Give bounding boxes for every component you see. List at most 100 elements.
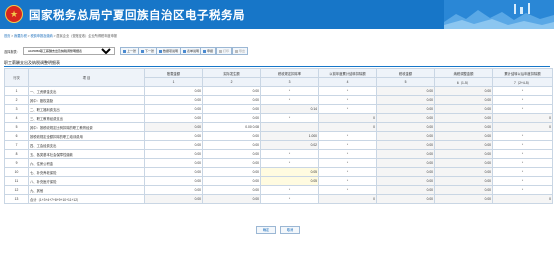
cell-c6: 0.00: [434, 194, 493, 204]
header-col: 纳税调整金额: [434, 68, 493, 78]
cell-c1: 0.00: [144, 194, 203, 204]
cell-c3: 0.02: [260, 140, 319, 150]
cell-c1[interactable]: 0.00: [144, 113, 203, 123]
cell-c2[interactable]: 0.00 0.08: [202, 122, 261, 132]
cell-c2[interactable]: 0.00: [202, 131, 261, 141]
confirm-button[interactable]: 确定: [256, 226, 276, 234]
cell-c1[interactable]: 0.00: [144, 104, 203, 114]
scenery-graphic: [444, 0, 554, 29]
cell-c6: 0.00: [434, 140, 493, 150]
cell-c2[interactable]: 0.00: [202, 158, 261, 168]
breadcrumb-declaration[interactable]: 税费申报及缴纳: [30, 34, 52, 38]
cell-c6: 0.00: [434, 95, 493, 105]
cell-c3[interactable]: 0.05: [260, 176, 319, 186]
cell-c4: *: [318, 167, 377, 177]
next-sheet-button[interactable]: 下一张: [138, 47, 158, 55]
cell-c2[interactable]: 0.00: [202, 185, 261, 195]
header-col-num: 1: [144, 77, 203, 87]
cell-c5: 0.00: [376, 104, 435, 114]
row-number: 11: [4, 176, 29, 186]
cell-c6: 0.00: [434, 167, 493, 177]
cell-c1[interactable]: 0.00: [144, 95, 203, 105]
table-body: 1 一、工资薪金支出 0.00 0.00 * * 0.00 0.00 * 2 其中：股权激励 0.00…: [4, 86, 553, 204]
form-help-button[interactable]: 表单说明: [180, 47, 203, 55]
cell-c1[interactable]: 0.00: [144, 131, 203, 141]
row-number: 13: [4, 194, 29, 204]
cell-c1[interactable]: 0.00: [144, 185, 203, 195]
breadcrumb-home[interactable]: 首页: [4, 34, 10, 38]
header-col-num: 4: [318, 77, 377, 87]
cell-c1[interactable]: 0.00: [144, 167, 203, 177]
cell-c2[interactable]: 0.00: [202, 167, 261, 177]
table-row: 6 按税收规定全额扣除的职工培训费用 0.00 0.00 1.000 * 0.00 0.00 *: [4, 131, 553, 141]
table-row: 11 八、补充医疗保险 0.00 0.00 0.05 * 0.00 0.00 *: [4, 176, 553, 186]
header-row-no: 行次: [4, 68, 29, 87]
cell-c5: 0.00: [376, 131, 435, 141]
cell-c4: *: [318, 149, 377, 159]
cell-c2[interactable]: 0.00: [202, 149, 261, 159]
cell-c4: 0: [318, 113, 377, 123]
cancel-button[interactable]: 取消: [280, 226, 300, 234]
table-row: 10 七、补充养老保险 0.00 0.00 0.05 * 0.00 0.00 *: [4, 167, 553, 177]
cell-c4: *: [318, 140, 377, 150]
cell-c5: 0.00: [376, 140, 435, 150]
cell-c1[interactable]: 0.00: [144, 158, 203, 168]
cell-c6: 0.00: [434, 104, 493, 114]
row-number: 12: [4, 185, 29, 195]
header-col: 账载金额: [144, 68, 203, 78]
cell-c1[interactable]: 0.00: [144, 86, 203, 96]
table-row: 4 三、职工教育经费支出 0.00 0.00 * 0 0.00 0.00 0: [4, 113, 553, 123]
info-icon: [159, 49, 162, 53]
cell-c3[interactable]: 0.05: [260, 167, 319, 177]
export-button[interactable]: 导出: [232, 47, 249, 55]
table-row: 1 一、工资薪金支出 0.00 0.00 * * 0.00 0.00 *: [4, 86, 553, 96]
cell-c7: *: [492, 86, 553, 96]
table-select[interactable]: A105050职工薪酬支出及纳税调整明细表: [23, 47, 115, 55]
arrow-right-icon: [141, 49, 144, 53]
cell-c4: *: [318, 158, 377, 168]
cell-c1[interactable]: 0.00: [144, 140, 203, 150]
header-col-num: 2: [202, 77, 261, 87]
breadcrumb-tax-filing[interactable]: 我要办税: [14, 34, 27, 38]
table-row: 5 其中：按税收规定比例扣除的职工教育经费 0.00 0.00 0.08 0 0.00 0.…: [4, 122, 553, 132]
table-select-label: 选择报表:: [4, 50, 18, 54]
cell-c6: 0.00: [434, 176, 493, 186]
cell-c3: *: [260, 149, 319, 159]
section-title: 职工薪酬支出及纳税调整明细表: [4, 60, 550, 67]
row-number: 1: [4, 86, 29, 96]
row-number: 4: [4, 113, 29, 123]
cell-c4: *: [318, 176, 377, 186]
cell-c2[interactable]: 0.00: [202, 95, 261, 105]
cell-c6: 0.00: [434, 122, 493, 132]
cell-c6: 0.00: [434, 185, 493, 195]
cell-c1[interactable]: 0.00: [144, 176, 203, 186]
row-item-label: 其中：股权激励: [28, 95, 145, 105]
print-button[interactable]: 打印: [216, 47, 233, 55]
cell-c2[interactable]: 0.00: [202, 104, 261, 114]
cell-c7: *: [492, 185, 553, 195]
cell-c3: 0.14: [260, 104, 319, 114]
cell-c7: *: [492, 131, 553, 141]
field-help-button[interactable]: 数据项说明: [156, 47, 182, 55]
cell-c2[interactable]: 0.00: [202, 86, 261, 96]
cell-c3: *: [260, 95, 319, 105]
cell-c2[interactable]: 0.00: [202, 176, 261, 186]
cell-c4: 0: [318, 122, 377, 132]
cell-c4: *: [318, 95, 377, 105]
row-number: 8: [4, 149, 29, 159]
header-col: 以前年度累计结转扣除额: [318, 68, 377, 78]
cell-c2[interactable]: 0.00: [202, 113, 261, 123]
submit-button[interactable]: 申报: [200, 47, 217, 55]
row-number: 6: [4, 131, 29, 141]
header-col: 税收金额: [376, 68, 435, 78]
cell-c3: [260, 122, 319, 132]
cell-c2[interactable]: 0.00: [202, 140, 261, 150]
cell-c1[interactable]: 0.00: [144, 149, 203, 159]
row-number: 9: [4, 158, 29, 168]
table-row: 3 二、职工福利费支出 0.00 0.00 0.14 * 0.00 0.00 *: [4, 104, 553, 114]
cell-c1: 0.00: [144, 122, 203, 132]
table-row: 9 六、住房公积金 0.00 0.00 * * 0.00 0.00 *: [4, 158, 553, 168]
header-row: 行次 项 目 账载金额 实际发生额 税收规定扣除率 以前年度累计结转扣除额 税收…: [4, 68, 553, 87]
row-number: 2: [4, 95, 29, 105]
prev-sheet-button[interactable]: 上一张: [120, 47, 140, 55]
